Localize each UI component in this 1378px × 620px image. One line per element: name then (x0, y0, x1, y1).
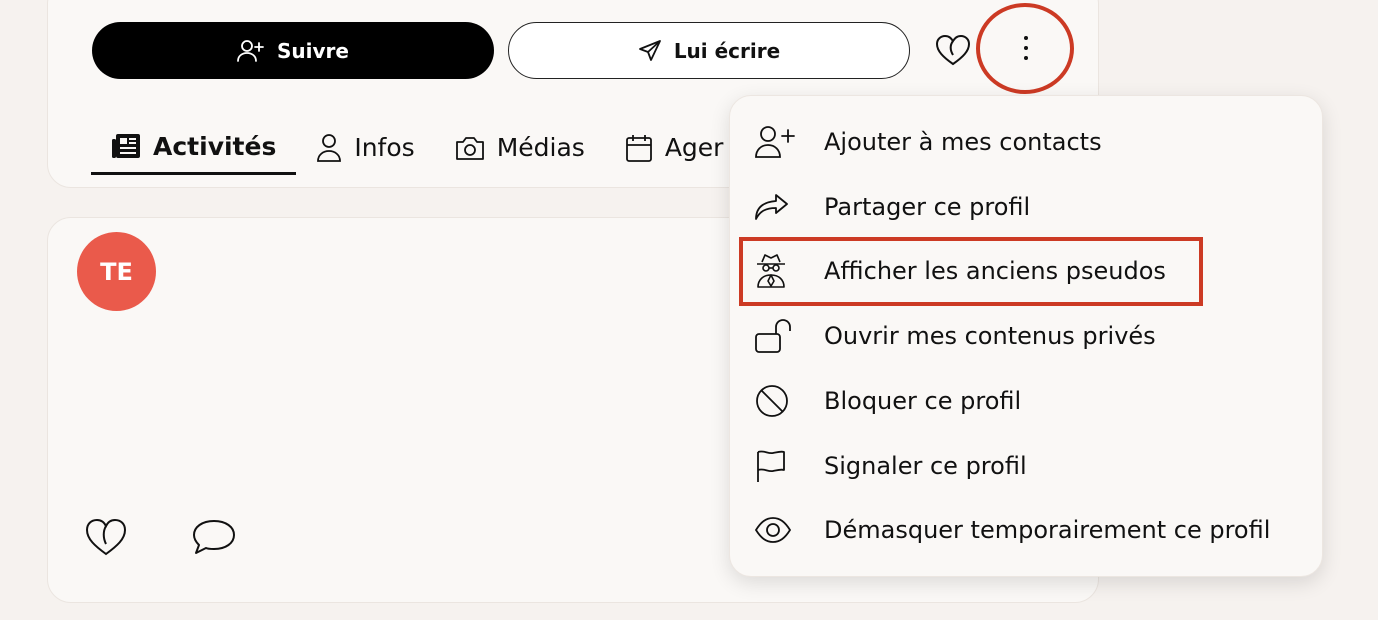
comment-bubble-icon[interactable] (190, 517, 238, 557)
share-icon (754, 184, 800, 230)
old-pseudos-highlight-box (739, 237, 1203, 306)
tab-label: Infos (354, 133, 415, 162)
tab-medias[interactable]: Médias (435, 120, 605, 175)
tab-agenda[interactable]: Ager (605, 120, 744, 175)
avatar[interactable]: TE (77, 232, 156, 311)
tab-label: Médias (496, 133, 585, 162)
add-user-icon (237, 39, 265, 63)
menu-item-open-private[interactable]: Ouvrir mes contenus privés (754, 311, 1314, 361)
add-user-icon (754, 119, 800, 165)
menu-item-label: Ajouter à mes contacts (824, 128, 1102, 156)
more-button-highlight-ring (976, 3, 1074, 94)
like-profile-heart-icon[interactable] (934, 33, 972, 67)
write-label: Lui écrire (673, 38, 781, 63)
write-message-button[interactable]: Lui écrire (508, 22, 910, 79)
menu-item-label: Ouvrir mes contenus privés (824, 322, 1156, 350)
camera-icon (455, 135, 485, 161)
menu-item-label: Démasquer temporairement ce profil (824, 516, 1271, 544)
block-icon (754, 378, 800, 424)
profile-page: Suivre Lui écrire Activités Infos Médias… (0, 0, 1378, 620)
menu-item-share-profile[interactable]: Partager ce profil (754, 182, 1314, 232)
menu-item-label: Signaler ce profil (824, 452, 1027, 480)
more-options-dropdown: Ajouter à mes contacts Partager ce profi… (729, 95, 1323, 577)
follow-button[interactable]: Suivre (92, 22, 494, 79)
send-icon (638, 39, 662, 63)
menu-item-add-contact[interactable]: Ajouter à mes contacts (754, 117, 1314, 167)
tab-label: Activités (153, 131, 277, 161)
tab-infos[interactable]: Infos (296, 120, 434, 175)
unlock-icon (754, 313, 800, 359)
flag-icon (754, 443, 800, 489)
menu-item-block-profile[interactable]: Bloquer ce profil (754, 376, 1314, 426)
like-heart-icon[interactable] (84, 517, 128, 557)
menu-item-unmask-profile[interactable]: Démasquer temporairement ce profil (754, 505, 1314, 555)
menu-item-report-profile[interactable]: Signaler ce profil (754, 441, 1314, 491)
tab-activites[interactable]: Activités (91, 120, 297, 175)
tab-label: Ager (664, 133, 724, 162)
calendar-icon (625, 133, 653, 163)
newspaper-icon (111, 133, 141, 159)
menu-item-label: Bloquer ce profil (824, 387, 1022, 415)
menu-item-label: Partager ce profil (824, 193, 1031, 221)
user-icon (316, 133, 342, 163)
follow-label: Suivre (277, 38, 349, 63)
profile-tabs: Activités Infos Médias Ager (91, 120, 743, 188)
eye-icon (754, 507, 800, 553)
